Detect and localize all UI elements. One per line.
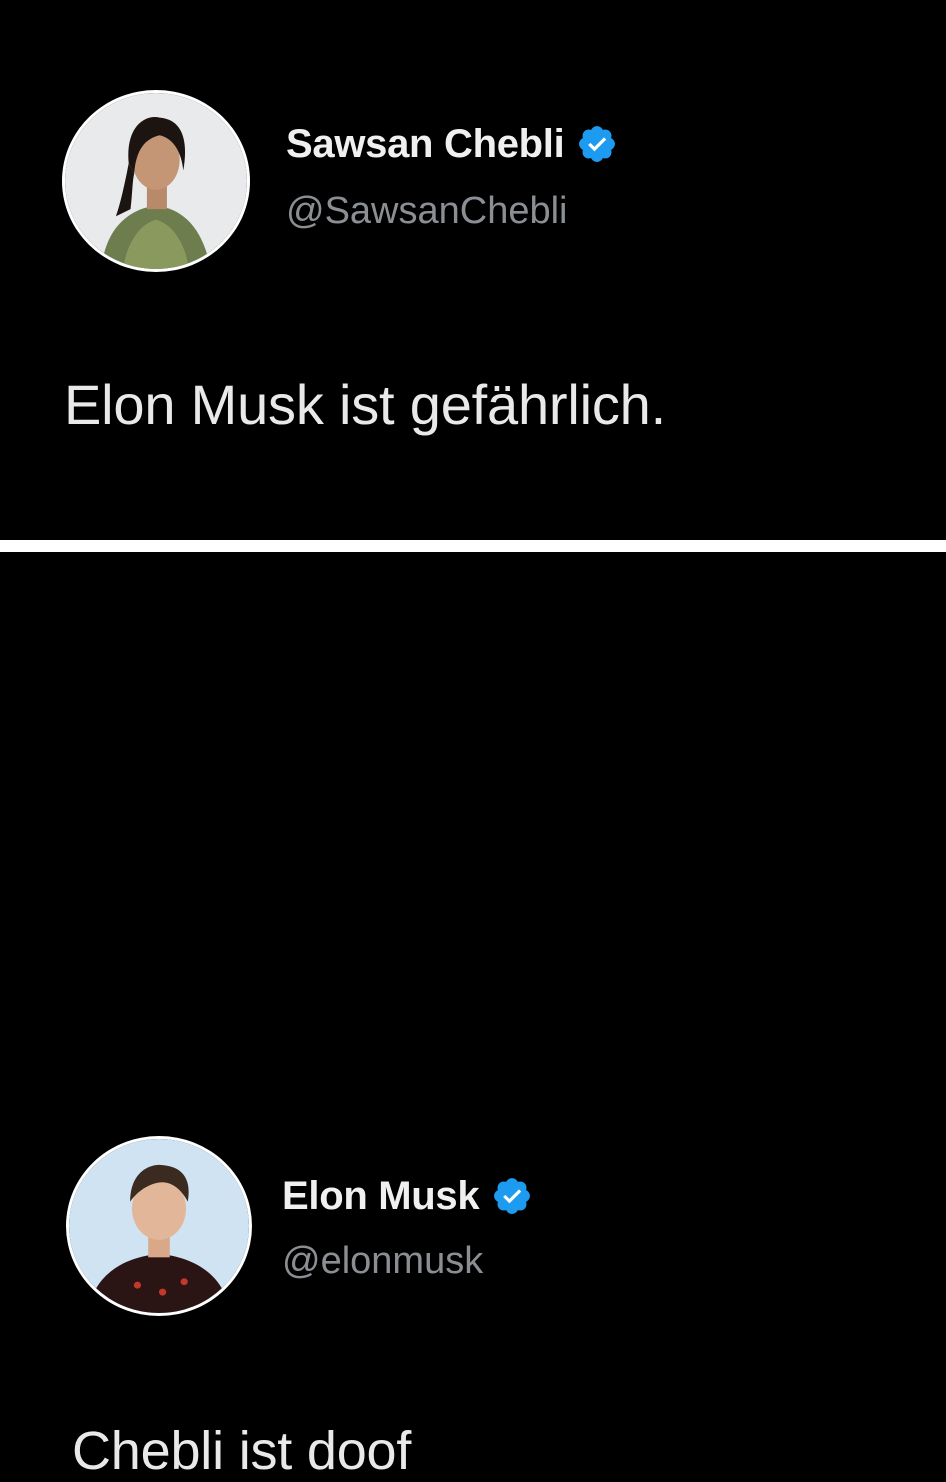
author-row: Sawsan Chebli <box>286 118 618 170</box>
avatar-photo-icon <box>65 93 247 269</box>
display-name[interactable]: Elon Musk <box>282 1174 480 1219</box>
divider <box>0 540 946 552</box>
avatar[interactable] <box>62 90 250 272</box>
tweet-text: Chebli ist doof <box>72 1421 412 1481</box>
tweet-card-elon-musk[interactable]: Elon Musk @elonmusk Chebli ist doof <box>0 552 946 1481</box>
display-name[interactable]: Sawsan Chebli <box>286 122 565 167</box>
tweet-card-sawsan-chebli[interactable]: Sawsan Chebli @SawsanChebli Elon Musk is… <box>0 0 946 540</box>
avatar[interactable] <box>66 1136 252 1316</box>
avatar-photo-icon <box>69 1139 249 1313</box>
handle[interactable]: @elonmusk <box>282 1240 483 1283</box>
author-row: Elon Musk <box>282 1170 533 1222</box>
verified-badge-icon <box>491 1175 533 1217</box>
tweet-text: Elon Musk ist gefährlich. <box>64 373 666 436</box>
handle[interactable]: @SawsanChebli <box>286 190 568 233</box>
verified-badge-icon <box>576 123 618 165</box>
